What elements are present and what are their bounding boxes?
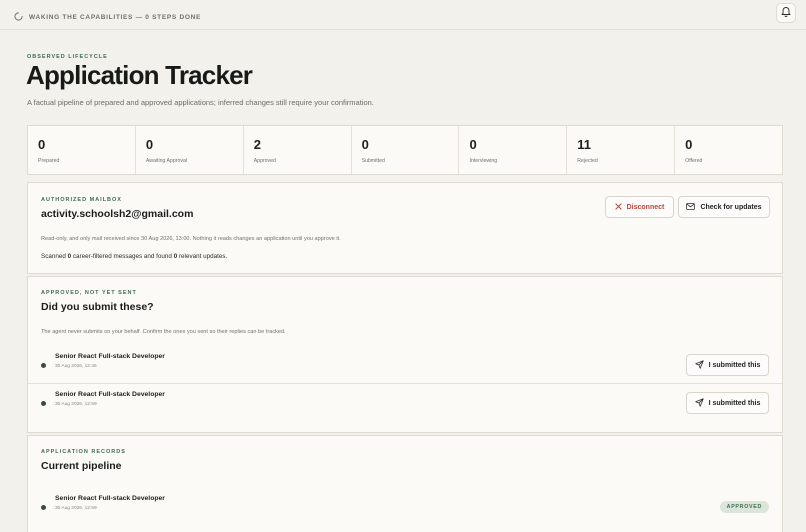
i-submitted-this-label: I submitted this — [708, 399, 761, 407]
mail-icon — [686, 202, 696, 212]
application-date: 30 Aug 2026, 12:59 — [55, 402, 97, 407]
stat-rejected: 11 Rejected — [567, 126, 676, 174]
status-badge: APPROVED — [719, 501, 769, 513]
disconnect-label: Disconnect — [626, 203, 665, 211]
stat-label: Offered — [685, 158, 703, 164]
bullet-dot — [41, 363, 46, 368]
application-title: Senior React Full-stack Developer — [55, 353, 165, 360]
stat-value: 0 — [685, 137, 693, 152]
application-title: Senior React Full-stack Developer — [55, 391, 165, 398]
table-row[interactable]: Senior React Full-stack Developer 30 Aug… — [28, 488, 782, 526]
progress-status: WAKING THE CAPABILITIES — 0 STEPS DONE — [14, 8, 201, 26]
found-count: 0 — [173, 253, 178, 260]
stat-awaiting-approval: 0 Awaiting Approval — [136, 126, 244, 174]
approved-title: Did you submit these? — [41, 301, 154, 313]
stats-strip: 0 Prepared 0 Awaiting Approval 2 Approve… — [27, 125, 783, 175]
send-icon — [694, 359, 704, 371]
check-updates-label: Check for updates — [700, 203, 762, 211]
records-title: Current pipeline — [41, 460, 122, 472]
application-date: 30 Aug 2026, 12:59 — [55, 506, 97, 511]
i-submitted-this-button[interactable]: I submitted this — [686, 354, 769, 376]
stat-label: Interviewing — [469, 158, 498, 164]
application-date: 30 Aug 2026, 12:46 — [55, 364, 97, 369]
stat-value: 2 — [253, 137, 261, 152]
spinner-icon — [14, 8, 23, 26]
top-bar: WAKING THE CAPABILITIES — 0 STEPS DONE — [0, 0, 806, 30]
bullet-dot — [41, 401, 46, 406]
page-subtitle: A factual pipeline of prepared and appro… — [27, 98, 374, 107]
notifications-button[interactable] — [776, 3, 796, 23]
records-card: APPLICATION RECORDS Current pipeline Sen… — [27, 435, 783, 532]
approved-note: The agent never submits on your behalf. … — [41, 329, 286, 335]
list-item: Senior React Full-stack Developer 30 Aug… — [28, 346, 782, 384]
stat-submitted: 0 Submitted — [352, 126, 460, 174]
scan-summary: Scanned 0 career-filtered messages and f… — [41, 253, 227, 260]
check-updates-button[interactable]: Check for updates — [678, 196, 770, 218]
scan-suffix: relevant updates. — [178, 253, 228, 260]
bell-icon — [781, 4, 791, 22]
stat-offered: 0 Offered — [675, 126, 782, 174]
approved-eyebrow: APPROVED, NOT YET SENT — [41, 290, 137, 296]
disconnect-button[interactable]: Disconnect — [605, 196, 674, 218]
stat-label: Prepared — [38, 158, 60, 164]
stat-approved: 2 Approved — [244, 126, 352, 174]
stat-label: Approved — [253, 158, 276, 164]
stat-interviewing: 0 Interviewing — [459, 126, 568, 174]
mailbox-note: Read-only, and only mail received since … — [41, 236, 341, 242]
stat-value: 11 — [577, 137, 592, 152]
i-submitted-this-label: I submitted this — [708, 361, 761, 369]
mailbox-eyebrow: AUTHORIZED MAILBOX — [41, 197, 122, 203]
send-icon — [694, 397, 704, 409]
stat-label: Submitted — [361, 158, 385, 164]
stat-value: 0 — [361, 137, 369, 152]
records-eyebrow: APPLICATION RECORDS — [41, 449, 126, 455]
stat-label: Rejected — [577, 158, 598, 164]
stat-value: 0 — [469, 137, 477, 152]
approved-card: APPROVED, NOT YET SENT Did you submit th… — [27, 276, 783, 433]
stat-value: 0 — [145, 137, 154, 152]
scanned-count: 0 — [67, 253, 72, 260]
bullet-dot — [41, 505, 46, 510]
stat-value: 0 — [38, 137, 46, 152]
list-item: Senior React Full-stack Developer 30 Aug… — [28, 384, 782, 422]
stat-prepared: 0 Prepared — [28, 126, 136, 174]
i-submitted-this-button[interactable]: I submitted this — [686, 392, 769, 414]
page-title: Application Tracker — [26, 60, 253, 90]
scan-middle: career-filtered messages and found — [72, 253, 172, 260]
close-icon — [615, 202, 622, 212]
scan-prefix: Scanned — [41, 253, 66, 260]
mailbox-card: AUTHORIZED MAILBOX activity.schoolsh2@gm… — [27, 182, 783, 274]
progress-status-text: WAKING THE CAPABILITIES — 0 STEPS DONE — [29, 13, 202, 21]
application-title: Senior React Full-stack Developer — [55, 495, 165, 502]
mailbox-address: activity.schoolsh2@gmail.com — [41, 208, 194, 220]
stat-label: Awaiting Approval — [145, 158, 188, 164]
